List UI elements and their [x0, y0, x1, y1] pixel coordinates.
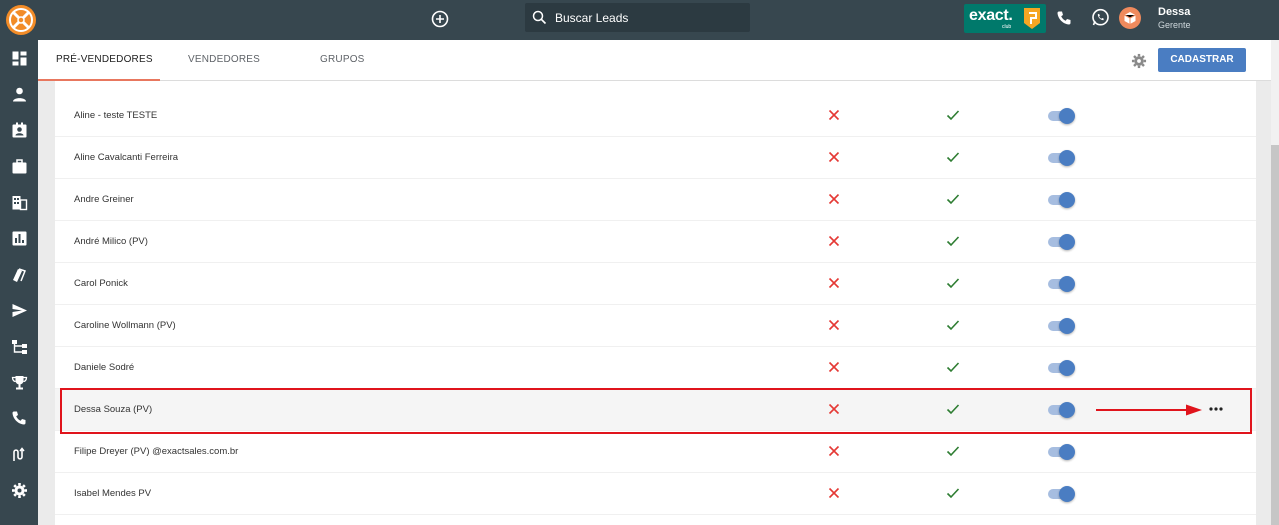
building-icon[interactable] — [11, 194, 28, 211]
active-toggle[interactable] — [1048, 234, 1075, 250]
user-name: Aline Cavalcanti Ferreira — [74, 152, 179, 163]
contact-card-icon[interactable] — [11, 122, 28, 139]
check-icon — [946, 320, 960, 331]
tab-bar: PRÉ-VENDEDORES VENDEDORES GRUPOS CADASTR… — [38, 40, 1271, 81]
close-icon — [828, 235, 840, 247]
exact-club-badge[interactable]: exact. club — [964, 4, 1046, 33]
person-icon[interactable] — [11, 86, 28, 103]
avatar[interactable] — [1119, 7, 1141, 29]
user-name: Carol Ponick — [74, 278, 128, 289]
gear-icon[interactable] — [1131, 53, 1147, 69]
close-icon — [828, 445, 840, 457]
list-item[interactable]: Filipe Dreyer (PV) @exactsales.com.br — [55, 431, 1256, 473]
close-icon — [828, 151, 840, 163]
active-toggle[interactable] — [1048, 318, 1075, 334]
user-role: Gerente — [1158, 20, 1191, 30]
user-name: André Milico (PV) — [74, 236, 148, 247]
send-icon[interactable] — [11, 302, 28, 319]
plus-circle-icon[interactable] — [431, 10, 449, 28]
user-name: Filipe Dreyer (PV) @exactsales.com.br — [74, 446, 239, 457]
highlight-box — [60, 388, 1252, 434]
tab-vendedores[interactable]: VENDEDORES — [188, 40, 260, 81]
badge-subtext: club — [1002, 24, 1012, 30]
close-icon — [828, 487, 840, 499]
tab-grupos[interactable]: GRUPOS — [320, 40, 365, 81]
close-icon — [828, 193, 840, 205]
check-icon — [946, 278, 960, 289]
active-toggle[interactable] — [1048, 192, 1075, 208]
hierarchy-icon[interactable] — [11, 338, 28, 355]
cadastrar-button[interactable]: CADASTRAR — [1158, 48, 1246, 72]
dashboard-icon[interactable] — [11, 50, 28, 67]
list-item[interactable]: Aline - teste TESTE — [55, 95, 1256, 137]
club-mark-icon — [1024, 8, 1040, 29]
gear-icon[interactable] — [11, 482, 28, 499]
active-toggle[interactable] — [1048, 150, 1075, 166]
user-name: Daniele Sodré — [74, 362, 135, 373]
arrow-right-icon — [1096, 404, 1202, 416]
check-icon — [946, 110, 960, 121]
routes-icon[interactable] — [11, 446, 28, 463]
check-icon — [946, 152, 960, 163]
list-item[interactable]: Caroline Wollmann (PV) — [55, 305, 1256, 347]
close-icon — [828, 109, 840, 121]
user-name[interactable]: Dessa — [1158, 6, 1190, 18]
users-list: Aline - teste TESTE Aline Cavalcanti Fer… — [55, 81, 1256, 525]
user-name: Aline - teste TESTE — [74, 110, 158, 121]
tags-icon[interactable] — [11, 266, 28, 283]
active-toggle[interactable] — [1048, 444, 1075, 460]
tab-pre-vendedores[interactable]: PRÉ-VENDEDORES — [38, 40, 160, 81]
whatsapp-icon[interactable] — [1091, 8, 1110, 27]
chart-icon[interactable] — [11, 230, 28, 247]
briefcase-icon[interactable] — [11, 158, 28, 175]
check-icon — [946, 362, 960, 373]
scrollbar-thumb[interactable] — [1271, 145, 1279, 525]
list-item[interactable]: André Milico (PV) — [55, 221, 1256, 263]
list-item[interactable]: Carol Ponick — [55, 263, 1256, 305]
top-bar: exact. club Dessa Gerente — [0, 0, 1279, 40]
phone-icon[interactable] — [11, 410, 28, 427]
exact-sales-logo[interactable] — [5, 4, 37, 36]
trophy-icon[interactable] — [11, 374, 28, 391]
close-icon — [828, 277, 840, 289]
list-item[interactable]: Isabel Mendes PV — [55, 473, 1256, 515]
list-item[interactable]: Andre Greiner — [55, 179, 1256, 221]
user-name: Isabel Mendes PV — [74, 488, 152, 499]
search-box[interactable] — [525, 3, 750, 32]
close-icon — [828, 319, 840, 331]
cube-icon — [1124, 12, 1136, 24]
active-toggle[interactable] — [1048, 108, 1075, 124]
sidebar — [0, 40, 38, 525]
list-item[interactable]: Daniele Sodré — [55, 347, 1256, 389]
badge-text: exact. — [969, 7, 1013, 24]
check-icon — [946, 194, 960, 205]
search-input[interactable] — [555, 3, 745, 32]
user-name: Caroline Wollmann (PV) — [74, 320, 176, 331]
active-toggle[interactable] — [1048, 360, 1075, 376]
search-icon — [532, 10, 547, 25]
check-icon — [946, 488, 960, 499]
phone-icon[interactable] — [1056, 10, 1072, 26]
list-item[interactable]: Aline Cavalcanti Ferreira — [55, 137, 1256, 179]
check-icon — [946, 446, 960, 457]
active-toggle[interactable] — [1048, 276, 1075, 292]
active-toggle[interactable] — [1048, 486, 1075, 502]
user-name: Andre Greiner — [74, 194, 134, 205]
close-icon — [828, 361, 840, 373]
check-icon — [946, 236, 960, 247]
